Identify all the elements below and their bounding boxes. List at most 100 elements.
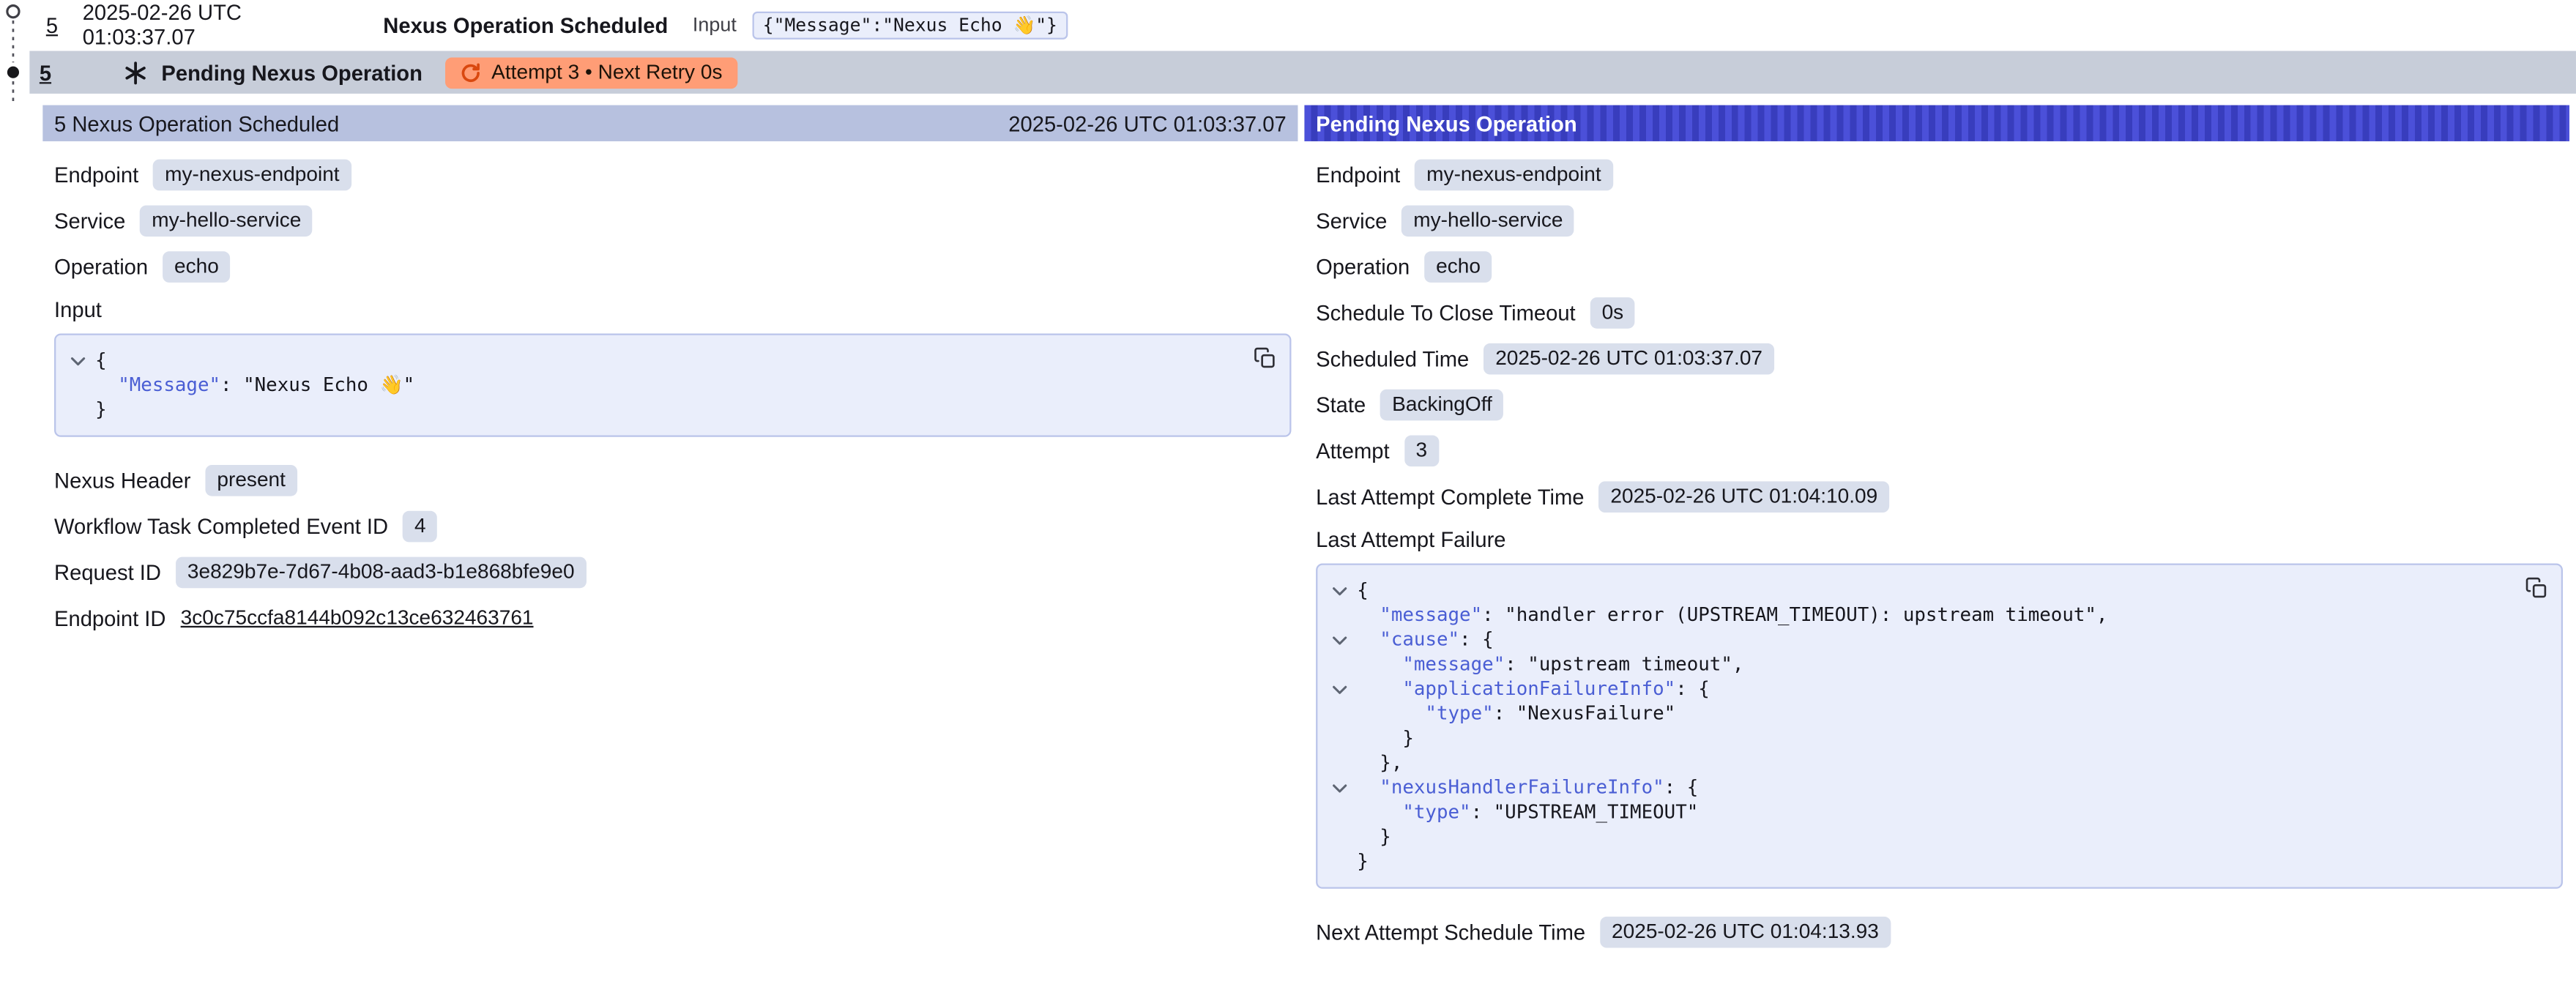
code-gutter [1328,751,1357,775]
copy-button[interactable] [1254,346,1276,369]
field-label: Service [54,208,125,233]
code-text: "type": "NexusFailure" [1357,701,1675,726]
field-value-scheduled-time: 2025-02-26 UTC 01:03:37.07 [1484,343,1773,374]
code-line: } [1328,849,2502,874]
code-text: } [1357,849,1369,874]
input-json-block: { "Message": "Nexus Echo 👋"} [54,333,1291,436]
code-gutter [1328,849,1357,874]
collapse-chevron-icon[interactable] [66,349,95,373]
code-text: "message": "handler error (UPSTREAM_TIME… [1357,603,2107,627]
field-value-endpoint-id[interactable]: 3c0c75ccfa8144b092c13ce632463761 [181,606,534,629]
code-line: "type": "NexusFailure" [1328,701,2502,726]
code-line: { [1328,578,2502,603]
code-line: } [1328,726,2502,751]
scheduled-panel-time: 2025-02-26 UTC 01:03:37.07 [1008,111,1286,135]
field-value-service: my-hello-service [141,204,313,236]
selected-event-dot-icon [7,67,19,78]
code-gutter [1328,652,1357,677]
field-value-state: BackingOff [1380,389,1503,420]
field-label: Nexus Header [54,467,190,492]
field-label: Last Attempt Complete Time [1316,484,1584,509]
event-history-rows: 5 2025-02-26 UTC 01:03:37.07 Nexus Opera… [0,0,2576,94]
field-label: Scheduled Time [1316,346,1469,370]
field-value-next-attempt-schedule-time: 2025-02-26 UTC 01:04:13.93 [1600,916,1890,947]
field-value-request-id: 3e829b7e-7d67-4b08-aad3-b1e868bfe9e0 [176,556,586,587]
event-detail-panels: 5 Nexus Operation Scheduled 2025-02-26 U… [0,94,2576,987]
field-label: Next Attempt Schedule Time [1316,919,1585,944]
field-value-schedule-to-close-timeout: 0s [1590,297,1635,328]
input-label: Input [693,13,737,36]
field-label: Endpoint [54,162,138,187]
field-value-endpoint: my-nexus-endpoint [1415,159,1612,190]
event-name: Pending Nexus Operation [161,60,422,85]
copy-button[interactable] [2525,577,2547,600]
scheduled-panel-title: 5 Nexus Operation Scheduled [54,111,339,135]
collapse-chevron-icon[interactable] [1328,775,1357,800]
field-value-nexus-header: present [206,464,297,496]
retry-badge-label: Attempt 3 • Next Retry 0s [491,61,722,83]
field-value-workflow-task-completed-event-id: 4 [403,510,437,542]
code-gutter [1328,800,1357,825]
code-gutter [66,398,95,422]
pending-field-next-attempt-schedule-time: Next Attempt Schedule Time 2025-02-26 UTC… [1304,909,2569,955]
event-rows: 5 2025-02-26 UTC 01:03:37.07 Nexus Opera… [0,0,2576,94]
pending-operation-asterisk-icon [124,60,149,85]
code-text: "message": "upstream timeout", [1357,652,1743,677]
code-line: "nexusHandlerFailureInfo": { [1328,775,2502,800]
scheduled-field-request-id: Request ID3e829b7e-7d67-4b08-aad3-b1e868… [42,548,1298,595]
code-gutter [1328,701,1357,726]
pending-field-service: Service my-hello-service [1304,197,2569,243]
code-gutter [1328,726,1357,751]
code-line: } [66,398,1231,422]
pending-field-scheduled-time: Scheduled Time 2025-02-26 UTC 01:03:37.07 [1304,335,2569,381]
code-line: "cause": { [1328,627,2502,652]
event-row-nexus-operation-scheduled[interactable]: 5 2025-02-26 UTC 01:03:37.07 Nexus Opera… [0,0,2576,49]
field-value-last-attempt-complete-time: 2025-02-26 UTC 01:04:10.09 [1599,480,1889,512]
scheduled-field-endpoint: Endpoint my-nexus-endpoint [42,151,1298,197]
pending-operation-detail-panel: Pending Nexus Operation Endpointmy-nexus… [1304,105,2569,987]
pending-field-schedule-to-close-timeout: Schedule To Close Timeout 0s [1304,289,2569,335]
field-label: Service [1316,208,1387,233]
field-label: Operation [1316,254,1410,279]
field-value-endpoint: my-nexus-endpoint [153,159,351,190]
input-preview-chip: {"Message":"Nexus Echo 👋"} [753,11,1067,39]
event-id-link[interactable]: 5 [46,12,58,37]
field-value-operation: echo [163,250,230,282]
collapse-chevron-icon[interactable] [1328,578,1357,603]
event-group-start-icon [7,6,19,18]
code-text: }, [1357,751,1402,775]
workflow-event-history-view: 5 2025-02-26 UTC 01:03:37.07 Nexus Opera… [0,0,2576,956]
scheduled-field-endpoint-id: Endpoint ID3c0c75ccfa8144b092c13ce632463… [42,595,1298,641]
code-line: }, [1328,751,2502,775]
event-row-pending-nexus-operation[interactable]: 5 Pending Nexus Operation [29,51,2576,94]
pending-panel-body: Endpointmy-nexus-endpoint Service my-hello… [1304,141,2569,987]
field-value-operation: echo [1424,250,1492,282]
scheduled-field-workflow-task-completed-event-id: Workflow Task Completed Event ID4 [42,503,1298,549]
retry-badge: Attempt 3 • Next Retry 0s [445,56,737,88]
pending-field-attempt: Attempt3 [1304,427,2569,473]
code-text: } [1357,726,1414,751]
pending-field-operation: Operation echo [1304,243,2569,289]
pending-section-label-last-attempt-failure: Last Attempt Failure [1304,519,2569,559]
scheduled-field-service: Service my-hello-service [42,197,1298,243]
timeline-rail [0,0,29,102]
pending-panel-header: Pending Nexus Operation [1304,105,2569,141]
field-value-service: my-hello-service [1402,204,1575,236]
pending-field-endpoint: Endpointmy-nexus-endpoint [1304,151,2569,197]
code-gutter [1328,824,1357,849]
pending-field-last-attempt-complete-time: Last Attempt Complete Time 2025-02-26 UTC… [1304,473,2569,519]
code-text: "nexusHandlerFailureInfo": { [1357,775,1698,800]
collapse-chevron-icon[interactable] [1328,677,1357,701]
code-line: { [66,349,1231,373]
timeline-rail-graphic [0,0,29,102]
last-attempt-failure-json-block: { "message": "handler error (UPSTREAM_TI… [1316,564,2563,889]
scheduled-event-detail-panel: 5 Nexus Operation Scheduled 2025-02-26 U… [42,105,1298,674]
collapse-chevron-icon[interactable] [1328,627,1357,652]
code-line: "type": "UPSTREAM_TIMEOUT" [1328,800,2502,825]
field-label: Operation [54,254,148,279]
code-gutter [66,373,95,398]
field-label: Schedule To Close Timeout [1316,299,1576,324]
event-id-link[interactable]: 5 [40,60,51,85]
event-timestamp: 2025-02-26 UTC 01:03:37.07 [83,0,359,49]
code-text: "cause": { [1357,627,1493,652]
